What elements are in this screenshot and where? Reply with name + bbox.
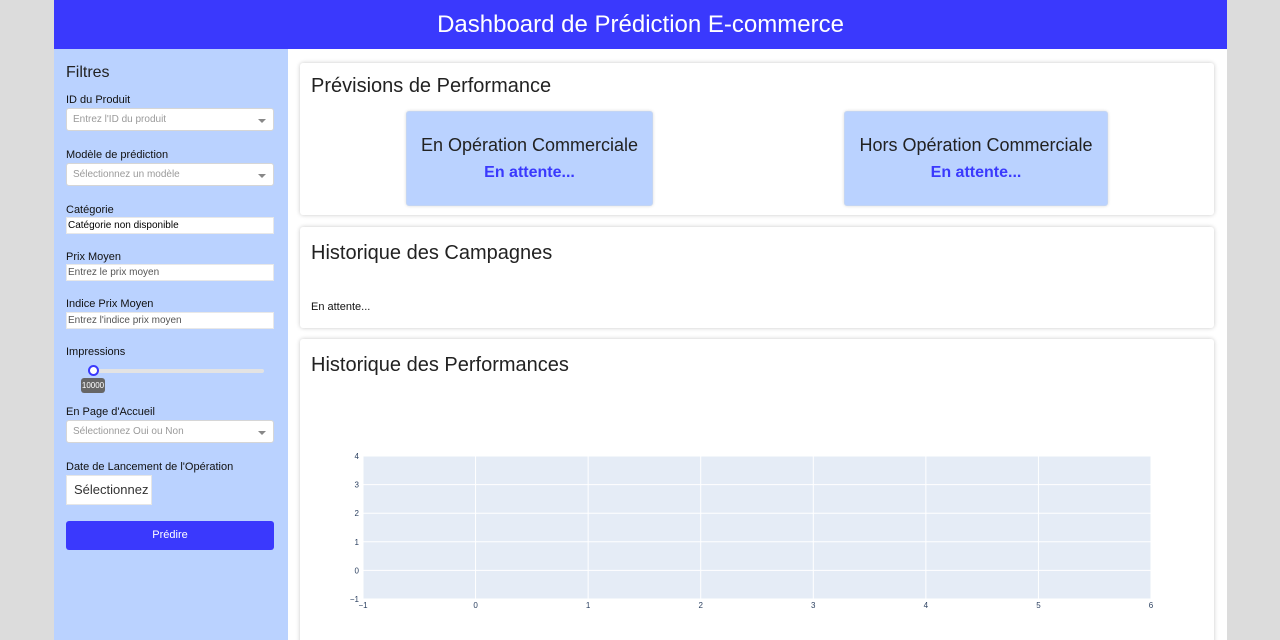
x-tick-label: 6 (1149, 601, 1154, 610)
homepage-placeholder: Sélectionnez Oui ou Non (73, 426, 184, 437)
in-operation-title: En Opération Commerciale (420, 135, 639, 155)
out-operation-title: Hors Opération Commerciale (859, 135, 1093, 155)
chevron-down-icon (258, 119, 266, 123)
chevron-down-icon (258, 174, 266, 178)
y-tick-label: 4 (355, 452, 360, 461)
product-id-placeholder: Entrez l'ID du produit (73, 114, 167, 125)
model-dropdown[interactable]: Sélectionnez un modèle (66, 163, 274, 186)
x-tick-label: 0 (473, 601, 478, 610)
category-label: Catégorie (66, 204, 114, 216)
out-operation-value: En attente... (930, 164, 1022, 181)
y-tick-label: 2 (355, 509, 360, 518)
out-operation-box: Hors Opération Commerciale En attente... (844, 111, 1108, 206)
category-field[interactable]: Catégorie non disponible (66, 217, 274, 234)
performance-chart: −1 0 1 2 3 4 5 6 −1 0 1 2 3 4 (350, 452, 1154, 610)
x-tick-label: 4 (924, 601, 929, 610)
campaigns-card: Historique des Campagnes En attente... (300, 227, 1214, 328)
impressions-slider-track[interactable] (93, 369, 264, 373)
product-id-dropdown[interactable]: Entrez l'ID du produit (66, 108, 274, 131)
x-tick-label: 3 (811, 601, 816, 610)
y-tick-label: 3 (355, 481, 360, 490)
app-window: Dashboard de Prédiction E-commerce Filtr… (54, 0, 1227, 640)
header-bar: Dashboard de Prédiction E-commerce (54, 0, 1227, 49)
sidebar-title: Filtres (66, 64, 110, 81)
performance-card: Historique des Performances −1 0 1 2 3 4 5 6 −1… (300, 339, 1214, 640)
avg-price-index-label: Indice Prix Moyen (66, 298, 154, 310)
filters-sidebar: Filtres ID du Produit Entrez l'ID du pro… (54, 49, 288, 640)
x-tick-label: 5 (1036, 601, 1041, 610)
y-tick-label: −1 (350, 595, 360, 604)
forecast-card: Prévisions de Performance En Opération C… (300, 63, 1214, 215)
impressions-value-tooltip: 10000 (81, 378, 105, 393)
campaigns-status: En attente... (311, 301, 371, 313)
launch-date-label: Date de Lancement de l'Opération (66, 461, 234, 473)
page-title: Dashboard de Prédiction E-commerce (437, 10, 844, 38)
in-operation-box: En Opération Commerciale En attente... (406, 111, 653, 206)
predict-button[interactable]: Prédire (66, 521, 274, 550)
campaigns-title: Historique des Campagnes (311, 242, 553, 264)
homepage-dropdown[interactable]: Sélectionnez Oui ou Non (66, 420, 274, 443)
y-tick-label: 1 (355, 538, 360, 547)
model-label: Modèle de prédiction (66, 149, 169, 161)
x-tick-label: −1 (358, 601, 368, 610)
plot-area (363, 456, 1151, 599)
avg-price-index-input[interactable]: Entrez l'indice prix moyen (66, 312, 274, 329)
launch-date-picker[interactable]: Sélectionnez (66, 475, 152, 505)
impressions-label: Impressions (66, 346, 126, 358)
avg-price-label: Prix Moyen (66, 251, 122, 263)
avg-price-input[interactable]: Entrez le prix moyen (66, 264, 274, 281)
forecast-title: Prévisions de Performance (311, 75, 552, 97)
homepage-label: En Page d'Accueil (66, 406, 155, 418)
model-placeholder: Sélectionnez un modèle (73, 169, 180, 180)
y-tick-label: 0 (355, 566, 360, 575)
in-operation-value: En attente... (484, 164, 575, 181)
chevron-down-icon (258, 431, 266, 435)
impressions-slider-handle[interactable] (88, 365, 99, 376)
x-tick-label: 2 (698, 601, 703, 610)
product-id-label: ID du Produit (66, 94, 131, 106)
x-tick-label: 1 (586, 601, 591, 610)
